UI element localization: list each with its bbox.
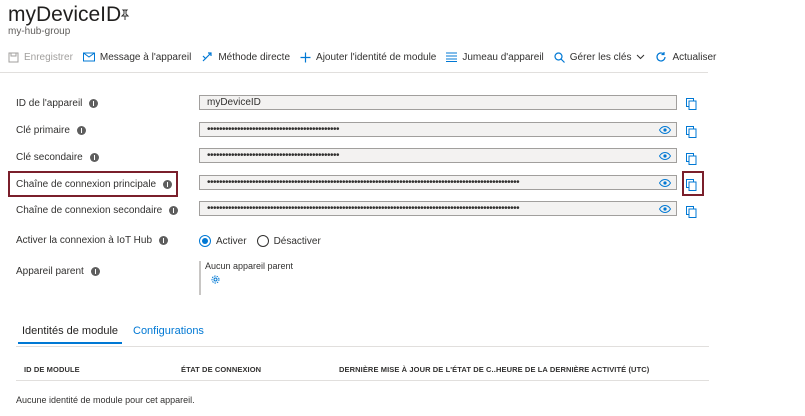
- secondary-key-label: Clé secondaire: [16, 152, 99, 163]
- refresh-icon: [656, 52, 667, 62]
- device-twin-button[interactable]: Jumeau d'appareil: [446, 51, 544, 63]
- secondary-key-field[interactable]: ••••••••••••••••••••••••••••••••••••••••…: [199, 148, 677, 163]
- iot-hub-label-text: Activer la connexion à IoT Hub: [16, 235, 153, 246]
- secondary-conn-label-text: Chaîne de connexion secondaire: [16, 205, 163, 216]
- parent-device-box: Aucun appareil parent: [199, 261, 293, 295]
- save-icon: [8, 52, 19, 62]
- info-icon[interactable]: [169, 206, 179, 215]
- tab-bar: Identités de module Configurations: [16, 322, 709, 347]
- copy-icon[interactable]: [686, 125, 697, 143]
- direct-method-button[interactable]: Méthode directe: [201, 51, 290, 63]
- mail-icon: [82, 52, 95, 62]
- info-icon[interactable]: [76, 126, 86, 135]
- info-icon[interactable]: [159, 236, 169, 245]
- primary-key-label-text: Clé primaire: [16, 125, 70, 136]
- column-header-last-update[interactable]: DERNIÈRE MISE À JOUR DE L'ÉTAT DE C...: [339, 365, 498, 374]
- manage-keys-label: Gérer les clés: [569, 51, 632, 63]
- manage-keys-button[interactable]: Gérer les clés: [554, 52, 646, 63]
- refresh-label: Actualiser: [672, 51, 717, 63]
- send-message-button[interactable]: Message à l'appareil: [82, 51, 192, 63]
- info-icon[interactable]: [163, 180, 173, 189]
- resource-group: my-hub-group: [8, 26, 71, 37]
- gear-icon[interactable]: [210, 274, 221, 287]
- add-module-button[interactable]: Ajouter l'identité de module: [300, 52, 436, 63]
- tab-configurations[interactable]: Configurations: [133, 325, 204, 337]
- secondary-conn-field[interactable]: ••••••••••••••••••••••••••••••••••••••••…: [199, 201, 677, 216]
- refresh-button[interactable]: Actualiser: [655, 51, 716, 63]
- search-icon: [554, 51, 565, 63]
- page-title: myDeviceID: [8, 3, 122, 26]
- copy-icon[interactable]: [686, 205, 697, 223]
- eye-icon[interactable]: [658, 204, 672, 215]
- secondary-conn-value: ••••••••••••••••••••••••••••••••••••••••…: [207, 203, 520, 214]
- eye-icon[interactable]: [658, 151, 672, 162]
- add-module-label: Ajouter l'identité de module: [316, 51, 437, 63]
- send-message-label: Message à l'appareil: [99, 51, 192, 63]
- save-button[interactable]: Enregistrer: [8, 52, 73, 63]
- table-divider: [16, 380, 709, 381]
- primary-conn-label-text: Chaîne de connexion principale: [16, 179, 157, 190]
- primary-key-value: ••••••••••••••••••••••••••••••••••••••••…: [207, 124, 340, 135]
- direct-method-label: Méthode directe: [218, 51, 291, 63]
- primary-key-field[interactable]: ••••••••••••••••••••••••••••••••••••••••…: [199, 122, 677, 137]
- info-icon[interactable]: [89, 153, 99, 162]
- secondary-key-label-text: Clé secondaire: [16, 152, 83, 163]
- connection-radio-group: Activer Désactiver: [199, 235, 321, 247]
- plus-icon: [300, 52, 311, 62]
- primary-conn-field[interactable]: ••••••••••••••••••••••••••••••••••••••••…: [199, 175, 677, 190]
- parent-device-value: Aucun appareil parent: [205, 261, 294, 271]
- column-header-connection-state[interactable]: ÉTAT DE CONNEXION: [181, 365, 261, 374]
- parent-device-label: Appareil parent: [16, 266, 100, 277]
- column-header-module-id[interactable]: ID DE MODULE: [24, 365, 80, 374]
- primary-key-label: Clé primaire: [16, 125, 86, 136]
- chevron-down-icon: [637, 54, 645, 60]
- copy-icon[interactable]: [686, 152, 697, 170]
- pin-icon[interactable]: [119, 8, 131, 26]
- info-icon[interactable]: [89, 99, 99, 108]
- save-label: Enregistrer: [24, 51, 73, 63]
- primary-conn-value: ••••••••••••••••••••••••••••••••••••••••…: [207, 177, 520, 188]
- disable-radio-label[interactable]: Désactiver: [274, 236, 321, 247]
- enable-radio-label[interactable]: Activer: [216, 236, 247, 247]
- device-twin-label: Jumeau d'appareil: [462, 51, 544, 63]
- secondary-key-value: ••••••••••••••••••••••••••••••••••••••••…: [207, 150, 340, 161]
- device-id-field[interactable]: myDeviceID: [199, 95, 677, 110]
- info-icon[interactable]: [90, 267, 100, 276]
- column-header-last-activity[interactable]: HEURE DE LA DERNIÈRE ACTIVITÉ (UTC): [496, 365, 649, 374]
- empty-table-message: Aucune identité de module pour cet appar…: [16, 395, 195, 405]
- device-id-value: myDeviceID: [207, 97, 261, 108]
- list-icon: [446, 52, 458, 62]
- copy-icon[interactable]: [686, 97, 697, 115]
- command-bar: Enregistrer Message à l'appareil Méthode…: [8, 46, 716, 68]
- parent-device-label-text: Appareil parent: [16, 266, 84, 277]
- iot-hub-label: Activer la connexion à IoT Hub: [16, 235, 169, 246]
- direct-method-icon: [202, 52, 212, 62]
- eye-icon[interactable]: [658, 178, 672, 189]
- disable-radio[interactable]: [256, 235, 269, 247]
- secondary-conn-label: Chaîne de connexion secondaire: [16, 205, 179, 216]
- primary-conn-label: Chaîne de connexion principale: [16, 179, 173, 190]
- copy-icon[interactable]: [686, 178, 697, 196]
- toolbar-divider: [0, 72, 708, 73]
- tab-module-identities[interactable]: Identités de module: [17, 325, 123, 344]
- device-id-label: ID de l'appareil: [16, 98, 99, 109]
- enable-radio[interactable]: [199, 235, 211, 247]
- eye-icon[interactable]: [658, 125, 672, 136]
- device-id-label-text: ID de l'appareil: [16, 98, 83, 109]
